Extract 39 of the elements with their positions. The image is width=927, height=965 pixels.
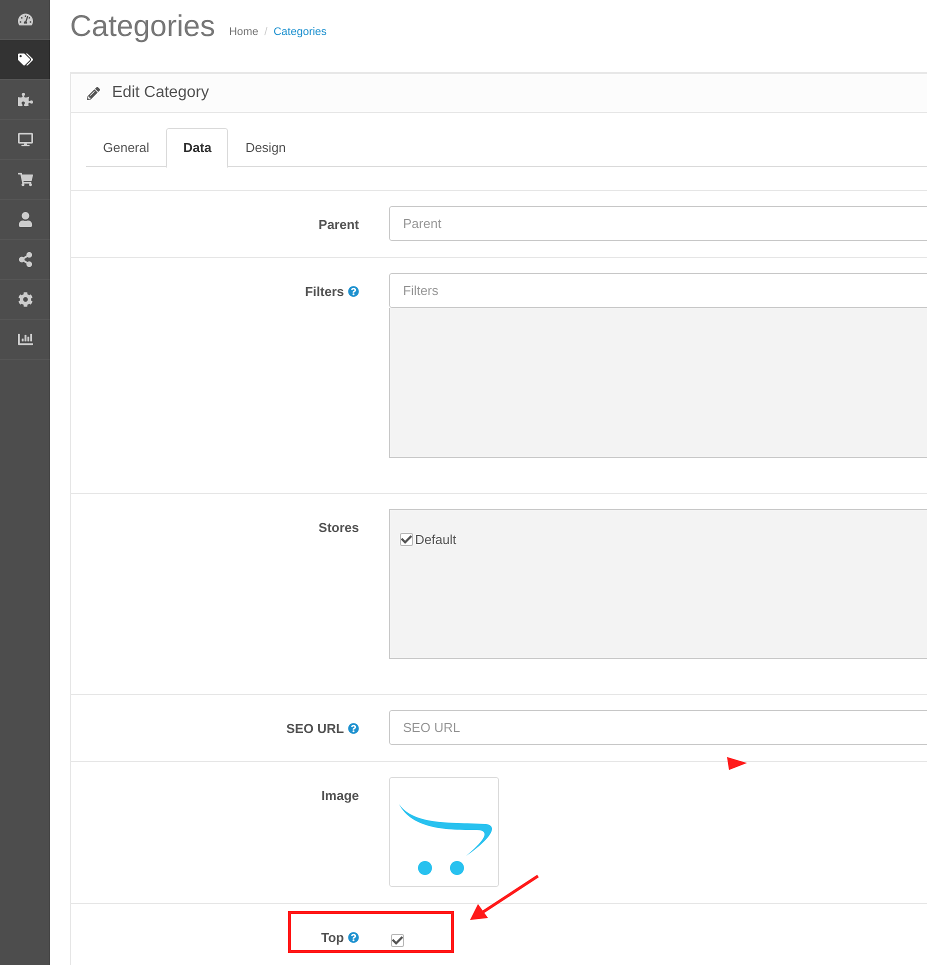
sidebar-item[interactable] <box>0 40 50 80</box>
tab[interactable]: Design <box>228 128 303 167</box>
check-icon <box>392 935 403 946</box>
dashboard-icon <box>18 12 32 27</box>
pointer-triangle-icon <box>727 757 747 770</box>
breadcrumb-link[interactable]: Categories <box>273 24 327 40</box>
field-label: SEO URL <box>286 720 344 738</box>
panel-title: Edit Category <box>112 83 209 103</box>
store-name: Default <box>415 531 456 549</box>
help-icon <box>348 723 359 734</box>
help-icon <box>348 286 359 297</box>
monitor-icon <box>18 132 32 147</box>
tab[interactable]: General <box>86 128 166 167</box>
arrow-icon <box>470 874 540 922</box>
bar-chart-icon <box>18 332 32 347</box>
check-icon <box>401 534 412 546</box>
checkbox[interactable] <box>391 934 404 947</box>
text-field[interactable]: SEO URL <box>389 710 927 745</box>
field-label: Filters <box>304 283 344 301</box>
image-thumbnail[interactable] <box>389 777 499 887</box>
field-label: Stores <box>318 519 359 537</box>
share-icon <box>18 252 32 267</box>
user-icon <box>18 212 32 227</box>
pencil-icon <box>87 86 100 100</box>
field-label: Top <box>321 929 344 947</box>
text-field[interactable]: Filters <box>389 273 927 308</box>
field-label: Parent <box>318 216 359 234</box>
help-icon <box>348 932 359 943</box>
puzzle-icon <box>18 92 32 107</box>
tab[interactable]: Data <box>166 128 228 168</box>
cart-icon <box>18 172 32 187</box>
tags-icon <box>18 52 32 67</box>
field-label: Image <box>321 787 359 805</box>
checkbox[interactable] <box>400 533 413 546</box>
breadcrumb-separator: / <box>264 24 268 40</box>
page-title: Categories <box>70 12 216 42</box>
settings-icon <box>18 292 32 307</box>
text-field[interactable]: Parent <box>389 206 927 241</box>
breadcrumb-link[interactable]: Home <box>229 24 258 40</box>
